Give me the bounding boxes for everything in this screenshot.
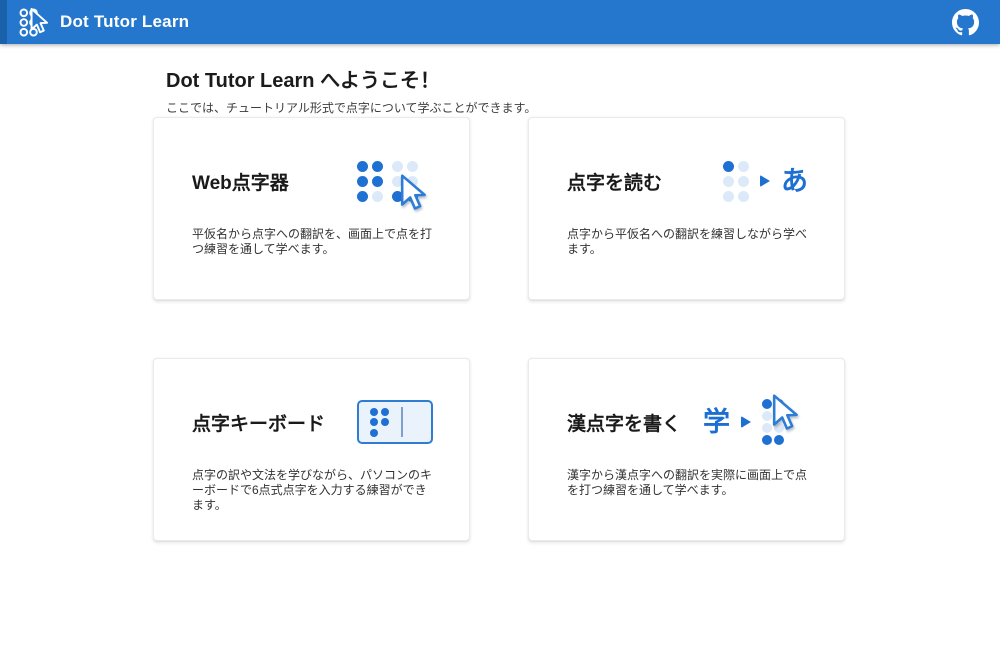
card-description: 点字から平仮名への翻訳を練習しながら学べます。	[567, 227, 813, 257]
card-title: 点字キーボード	[192, 409, 325, 436]
github-icon	[952, 9, 979, 36]
page-subtitle: ここでは、チュートリアル形式で点字について学ぶことができます。	[166, 99, 536, 116]
braille-cell	[723, 161, 749, 202]
card-braille-keyboard[interactable]: 点字キーボード 点字の訳や文法を学びながら、パソコンのキーボードで6点式点字を入…	[153, 358, 470, 541]
arrow-right-icon	[760, 175, 770, 187]
card-description: 点字の訳や文法を学びながら、パソコンのキーボードで6点式点字を入力する練習ができ…	[192, 468, 438, 513]
text-caret	[401, 407, 403, 437]
card-read-braille[interactable]: 点字を読む あ 点字から平仮名への翻訳を練習しながら学べます。	[528, 117, 845, 300]
tutorial-card-grid: Web点字器 平仮名から点字への翻訳を、画面上で点を打つ練習を通して学べます。 …	[153, 117, 845, 541]
hiragana-char: あ	[781, 168, 808, 195]
card-description: 平仮名から点字への翻訳を、画面上で点を打つ練習を通して学べます。	[192, 227, 438, 257]
card-title-wrap: 漢点字を書く	[567, 409, 681, 436]
arrow-right-icon	[741, 416, 751, 428]
braille-cells-cursor-icon	[357, 161, 418, 202]
welcome-section: Dot Tutor Learn へようこそ！ ここでは、チュートリアル形式で点字…	[166, 64, 536, 116]
page-title: Dot Tutor Learn へようこそ！	[166, 64, 536, 93]
card-title: Web点字器	[192, 168, 289, 195]
braille-cell	[357, 161, 383, 202]
github-link[interactable]	[952, 9, 979, 36]
card-title: 点字を読む	[567, 168, 662, 195]
kanji-char: 学	[703, 409, 730, 436]
card-write-kantenji[interactable]: 漢点字を書く 学 漢字から漢点字への翻訳を実際に画面上で点を打つ練習を通して学べ…	[528, 358, 845, 541]
kanji-to-braille-cursor-icon: 学	[703, 399, 784, 445]
app-title: Dot Tutor Learn	[60, 12, 189, 32]
app-header: Dot Tutor Learn	[0, 0, 1000, 44]
header-edge-stripe	[0, 0, 7, 44]
card-head: 点字を読む あ	[567, 148, 808, 214]
card-head: Web点字器	[192, 148, 433, 214]
braille-to-hiragana-icon: あ	[723, 161, 808, 202]
card-description: 漢字から漢点字への翻訳を実際に画面上で点を打つ練習を通して学べます。	[567, 468, 813, 498]
app-logo-braille-cursor-icon	[17, 6, 50, 39]
braille-cell	[370, 408, 389, 437]
braille-cell-wrap	[762, 399, 784, 445]
card-head: 漢点字を書く 学	[567, 389, 808, 455]
card-head: 点字キーボード	[192, 389, 433, 455]
cursor-arrow-icon	[771, 394, 803, 431]
card-title: 漢点字を書く	[567, 409, 681, 436]
cursor-arrow-icon	[399, 174, 431, 211]
card-web-tenjiki[interactable]: Web点字器 平仮名から点字への翻訳を、画面上で点を打つ練習を通して学べます。	[153, 117, 470, 300]
braille-input-box-icon	[357, 400, 433, 444]
braille-cell-wrap	[392, 161, 418, 202]
